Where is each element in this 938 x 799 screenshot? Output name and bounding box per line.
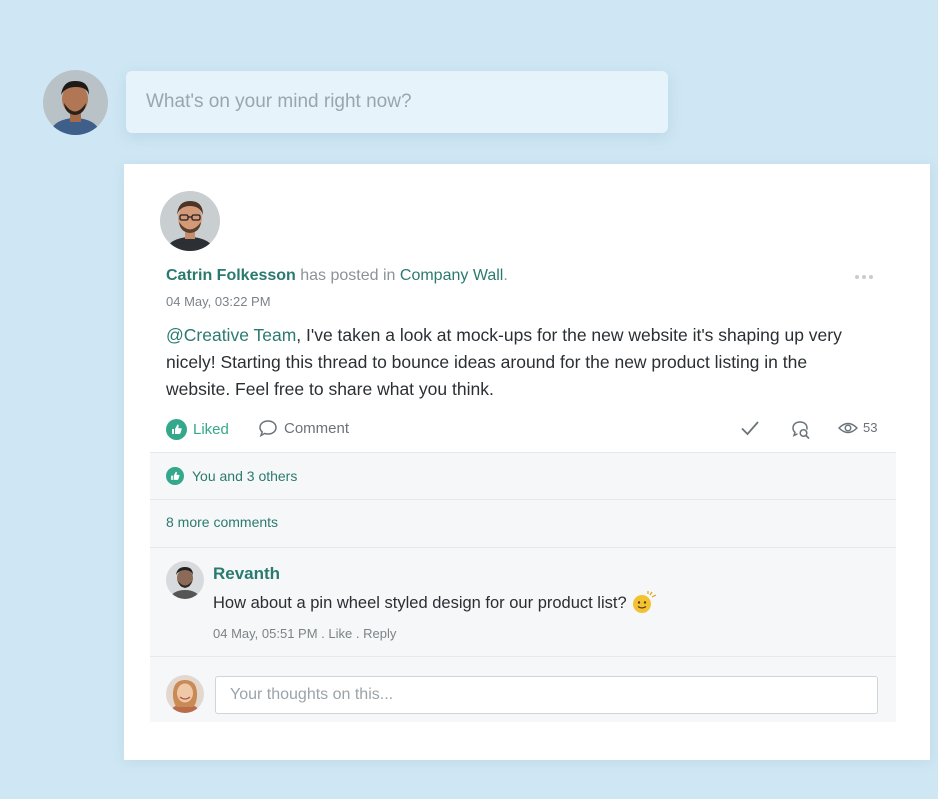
eye-icon	[838, 422, 858, 433]
meta-separator: .	[352, 626, 364, 641]
check-icon[interactable]	[740, 419, 760, 437]
comment-reply-link[interactable]: Reply	[363, 626, 396, 641]
composer-avatar[interactable]	[43, 70, 108, 135]
emoji-icon	[632, 591, 656, 613]
likes-summary[interactable]: You and 3 others	[150, 452, 896, 500]
reply-input[interactable]	[215, 676, 878, 714]
comment-button[interactable]: Comment	[258, 419, 349, 438]
liked-label: Liked	[193, 421, 229, 438]
comment-author-name[interactable]: Revanth	[213, 564, 280, 584]
post-card: Catrin Folkesson has posted in Company W…	[124, 164, 930, 760]
comment-label: Comment	[284, 420, 350, 437]
post-body: @Creative Team, I've taken a look at moc…	[166, 322, 866, 403]
comment-item: Revanth How about a pin wheel styled des…	[150, 547, 896, 657]
comment-like-link[interactable]: Like	[328, 626, 352, 641]
views-counter: 53	[838, 420, 877, 435]
search-comment-icon[interactable]	[791, 420, 811, 440]
more-icon[interactable]	[855, 273, 877, 281]
composer-input[interactable]: What's on your mind right now?	[126, 71, 668, 133]
comment-icon	[259, 420, 277, 438]
comment-meta: 04 May, 05:51 PM . Like . Reply	[213, 626, 396, 641]
comment-author-avatar[interactable]	[166, 561, 204, 599]
post-timestamp: 04 May, 03:22 PM	[166, 294, 271, 309]
reply-composer	[150, 657, 896, 722]
post-actions: Liked Comment 53	[166, 417, 878, 443]
likes-text: You and 3 others	[192, 468, 298, 484]
meta-separator: .	[317, 626, 329, 641]
like-icon	[166, 419, 187, 440]
liked-button[interactable]: Liked	[166, 419, 229, 440]
post-author-avatar[interactable]	[160, 191, 220, 251]
post-author-name[interactable]: Catrin Folkesson	[166, 267, 296, 284]
comment-text-content: How about a pin wheel styled design for …	[213, 593, 627, 612]
post-wall-link[interactable]: Company Wall	[400, 267, 503, 284]
post-wall-suffix: .	[503, 267, 508, 284]
comment-thread: You and 3 others 8 more comments Revanth…	[150, 452, 896, 722]
comment-text: How about a pin wheel styled design for …	[213, 591, 657, 615]
current-user-avatar[interactable]	[166, 675, 204, 713]
like-icon	[166, 467, 184, 485]
more-comments-link[interactable]: 8 more comments	[166, 514, 278, 530]
post-mention[interactable]: @Creative Team	[166, 325, 296, 345]
comment-timestamp: 04 May, 05:51 PM	[213, 626, 318, 641]
composer-placeholder: What's on your mind right now?	[146, 91, 412, 112]
post-author-line: Catrin Folkesson has posted in Company W…	[166, 267, 508, 285]
post-action-text: has posted in	[295, 267, 400, 284]
views-count: 53	[863, 420, 878, 435]
